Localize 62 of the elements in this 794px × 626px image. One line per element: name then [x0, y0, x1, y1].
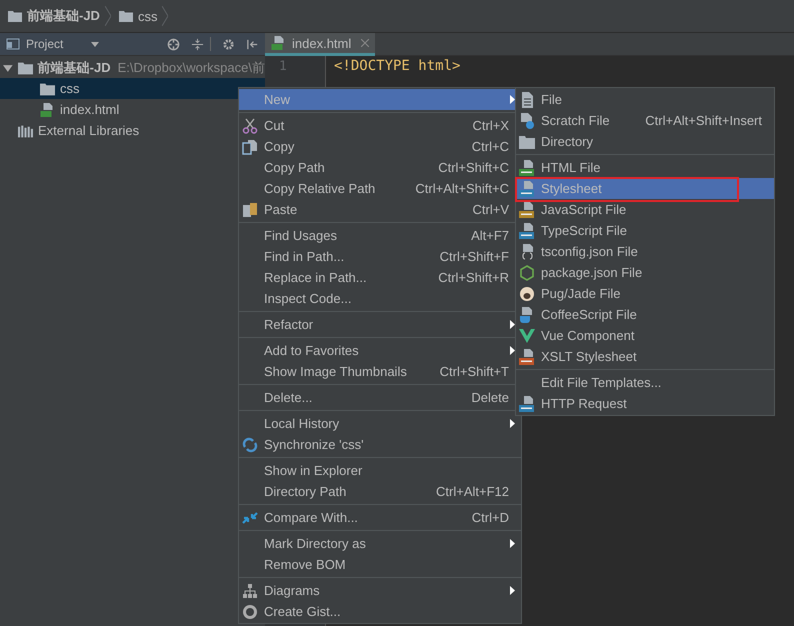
menu-item[interactable]: Create Gist...: [239, 601, 521, 622]
breadcrumb-item[interactable]: 前端基础-JD: [27, 7, 100, 25]
file-type-icon: [519, 222, 535, 238]
tree-label: index.html: [60, 102, 120, 117]
scissors-icon: [242, 118, 258, 134]
menu-item[interactable]: Mark Directory as: [239, 533, 521, 554]
hide-icon[interactable]: [246, 38, 259, 50]
file-type-icon: [519, 180, 535, 196]
menu-item[interactable]: Directory Path Ctrl+Alt+F12: [239, 481, 521, 502]
target-icon[interactable]: [167, 38, 180, 50]
editor-tab[interactable]: index.html: [265, 33, 376, 56]
menu-item[interactable]: Show in Explorer: [239, 460, 521, 481]
file-type-icon: [519, 202, 535, 218]
tree-label: External Libraries: [38, 123, 140, 138]
tree-label: css: [60, 81, 80, 96]
menu-item[interactable]: package.json File: [516, 262, 774, 283]
copy-icon: [242, 138, 258, 154]
menu-item[interactable]: HTML File: [516, 157, 774, 178]
folder-icon: [40, 82, 55, 96]
folder-icon: [18, 60, 33, 74]
tab-label: index.html: [292, 36, 352, 50]
file-icon: [519, 92, 535, 108]
html-file-icon: [271, 36, 286, 50]
menu-item[interactable]: Diagrams: [239, 580, 521, 601]
folder-icon: [519, 134, 535, 150]
breadcrumb-item[interactable]: css: [138, 8, 158, 24]
tree-path: E:\Dropbox\workspace\前: [118, 58, 265, 76]
menu-item[interactable]: XSLT Stylesheet: [516, 346, 774, 367]
menu-item[interactable]: TypeScript File: [516, 220, 774, 241]
gear-icon[interactable]: [222, 38, 235, 50]
collapse-icon[interactable]: [191, 38, 204, 50]
menu-item[interactable]: Compare With... Ctrl+D: [239, 507, 521, 528]
sync-icon: [242, 436, 258, 452]
chevron-icon: [162, 6, 168, 26]
close-icon[interactable]: [361, 39, 370, 47]
menu-item[interactable]: Local History: [239, 413, 521, 434]
library-icon: [18, 124, 33, 138]
panel-title[interactable]: Project: [26, 37, 64, 51]
menu-item[interactable]: Pug/Jade File: [516, 283, 774, 304]
menu-item[interactable]: tsconfig.json File: [516, 241, 774, 262]
hexagon-icon: [519, 264, 535, 280]
v-logo-icon: [519, 328, 535, 344]
tree-label: 前端基础-JD: [38, 58, 111, 76]
menu-item[interactable]: Synchronize 'css': [239, 434, 521, 455]
menu-item[interactable]: JavaScript File: [516, 199, 774, 220]
hierarchy-icon: [242, 582, 258, 598]
file-type-icon: [519, 160, 535, 176]
folder-icon: [8, 10, 22, 22]
folder-icon: [118, 10, 133, 22]
tree-item[interactable]: css: [0, 78, 265, 99]
menu-item[interactable]: Remove BOM: [239, 554, 521, 575]
panel-icon: [6, 37, 20, 51]
dropdown-icon[interactable]: [91, 42, 100, 46]
tree-item[interactable]: 前端基础-JD E:\Dropbox\workspace\前: [0, 57, 265, 78]
file-type-icon: [519, 396, 535, 412]
file-clock-icon: [519, 112, 535, 128]
cup-icon: [519, 306, 535, 322]
code-line: <!DOCTYPE html>: [334, 57, 460, 76]
file-type-icon: [519, 348, 535, 364]
chevron-icon: [104, 6, 111, 26]
html-file-icon: [40, 102, 55, 116]
compare-arrows-icon: [242, 510, 258, 526]
